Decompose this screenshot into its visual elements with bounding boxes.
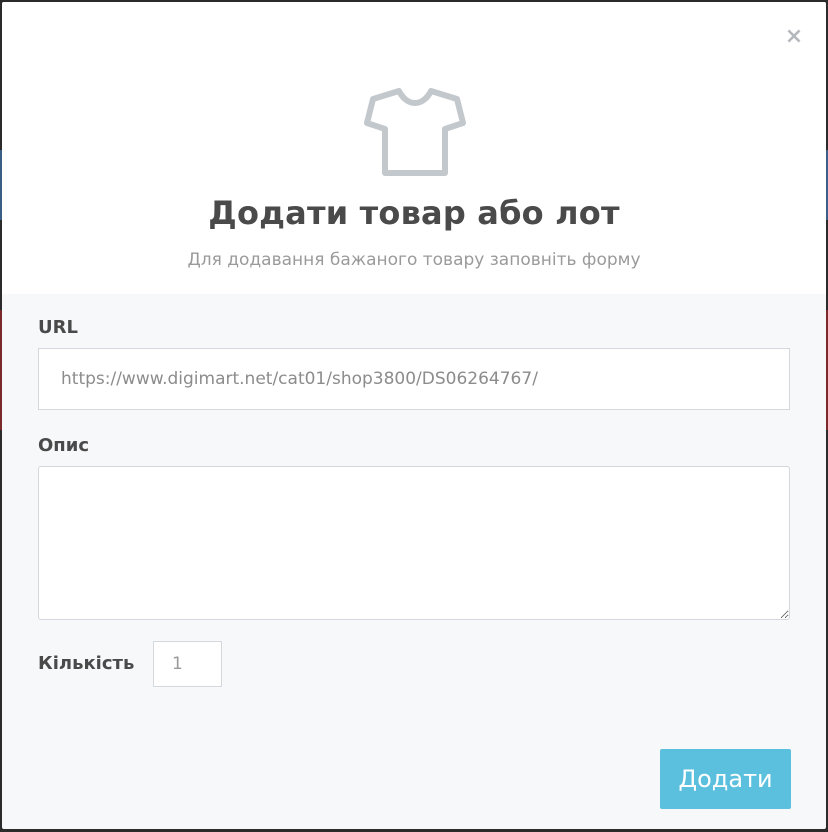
modal-header: × Додати товар або лот Для додавання баж…: [2, 2, 826, 294]
add-item-modal: × Додати товар або лот Для додавання баж…: [2, 2, 826, 829]
description-textarea[interactable]: [38, 466, 790, 620]
description-label: Опис: [38, 435, 90, 456]
modal-title: Додати товар або лот: [208, 194, 620, 232]
quantity-label: Кількість: [38, 653, 135, 674]
tshirt-icon: [364, 88, 466, 176]
quantity-input[interactable]: [153, 641, 222, 687]
add-button[interactable]: Додати: [660, 749, 791, 809]
url-input[interactable]: [38, 348, 790, 410]
modal-subtitle: Для додавання бажаного товару заповніть …: [187, 250, 641, 270]
url-label: URL: [38, 317, 78, 338]
close-button[interactable]: ×: [784, 26, 804, 48]
